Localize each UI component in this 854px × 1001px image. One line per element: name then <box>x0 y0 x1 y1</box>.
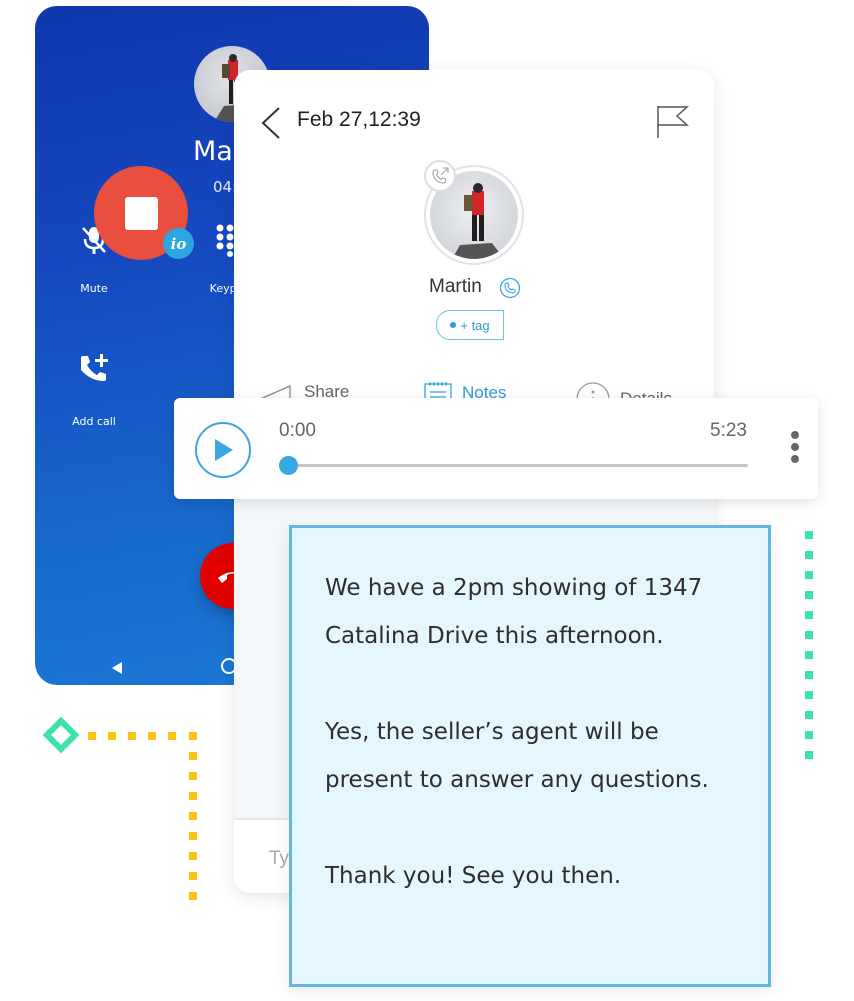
call-note-card: We have a 2pm showing of 1347 Catalina D… <box>289 525 771 987</box>
dot-square <box>189 772 197 780</box>
dot-square <box>805 631 813 639</box>
mute-label: Mute <box>80 282 108 295</box>
more-options-button[interactable] <box>790 431 800 463</box>
play-button[interactable] <box>195 422 251 478</box>
detail-tabs: Share Notes Details <box>234 370 714 416</box>
call-detail-header: Feb 27,12:39 Martin + tag Share Notes <box>234 70 714 416</box>
dot <box>791 455 799 463</box>
yellow-dotted-line-horizontal <box>88 732 176 740</box>
dot-square <box>805 591 813 599</box>
dot <box>791 431 799 439</box>
add-call-icon <box>49 349 139 389</box>
dot-square <box>805 671 813 679</box>
dot-square <box>189 832 197 840</box>
diamond-decoration-icon <box>42 716 80 754</box>
contact-name: Martin <box>429 276 482 297</box>
phone-circle-icon <box>499 277 521 299</box>
back-triangle-icon <box>112 662 122 674</box>
green-dotted-line-vertical <box>805 531 813 759</box>
add-tag-label: + tag <box>460 317 490 333</box>
nav-back-button[interactable] <box>111 660 123 679</box>
note-paragraph: Yes, the seller’s agent will be present … <box>325 719 709 793</box>
note-paragraph: Thank you! See you then. <box>325 863 622 889</box>
stop-icon <box>124 196 158 230</box>
dot-square <box>189 792 197 800</box>
outgoing-call-badge <box>424 160 456 192</box>
dot-square <box>108 732 116 740</box>
dot-square <box>805 571 813 579</box>
add-call-button[interactable]: Add call <box>49 349 139 428</box>
dot-square <box>805 531 813 539</box>
call-contact-button[interactable] <box>499 277 521 303</box>
dot-square <box>805 731 813 739</box>
audio-player: 0:00 5:23 <box>174 398 818 499</box>
flag-button[interactable] <box>655 104 689 144</box>
current-time: 0:00 <box>279 420 316 441</box>
dot-square <box>805 751 813 759</box>
dot-square <box>128 732 136 740</box>
dot-square <box>805 711 813 719</box>
seek-thumb[interactable] <box>279 456 298 475</box>
dot-square <box>805 691 813 699</box>
outgoing-call-icon <box>432 167 449 184</box>
dot-square <box>88 732 96 740</box>
add-tag-button[interactable]: + tag <box>436 310 504 340</box>
yellow-dotted-line-vertical <box>189 732 197 900</box>
total-time: 5:23 <box>710 420 747 441</box>
dot-square <box>148 732 156 740</box>
dot-square <box>189 892 197 900</box>
chevron-left-icon <box>261 107 280 139</box>
note-paragraph: We have a 2pm showing of 1347 Catalina D… <box>325 575 703 649</box>
dot-square <box>189 812 197 820</box>
dot-square <box>168 732 176 740</box>
dot-square <box>189 852 197 860</box>
play-icon <box>215 439 233 461</box>
add-call-label: Add call <box>72 415 116 428</box>
dot-square <box>805 551 813 559</box>
dot <box>791 443 799 451</box>
dot-square <box>805 651 813 659</box>
dot-square <box>189 752 197 760</box>
flag-icon <box>657 106 689 138</box>
call-datetime-title: Feb 27,12:39 <box>297 108 421 131</box>
dot-square <box>189 872 197 880</box>
seek-bar[interactable] <box>279 456 748 475</box>
dot-square <box>189 732 197 740</box>
tag-dot-icon <box>450 322 457 328</box>
dot-square <box>805 611 813 619</box>
back-button[interactable] <box>260 106 282 144</box>
io-logo-badge: io <box>163 228 194 259</box>
